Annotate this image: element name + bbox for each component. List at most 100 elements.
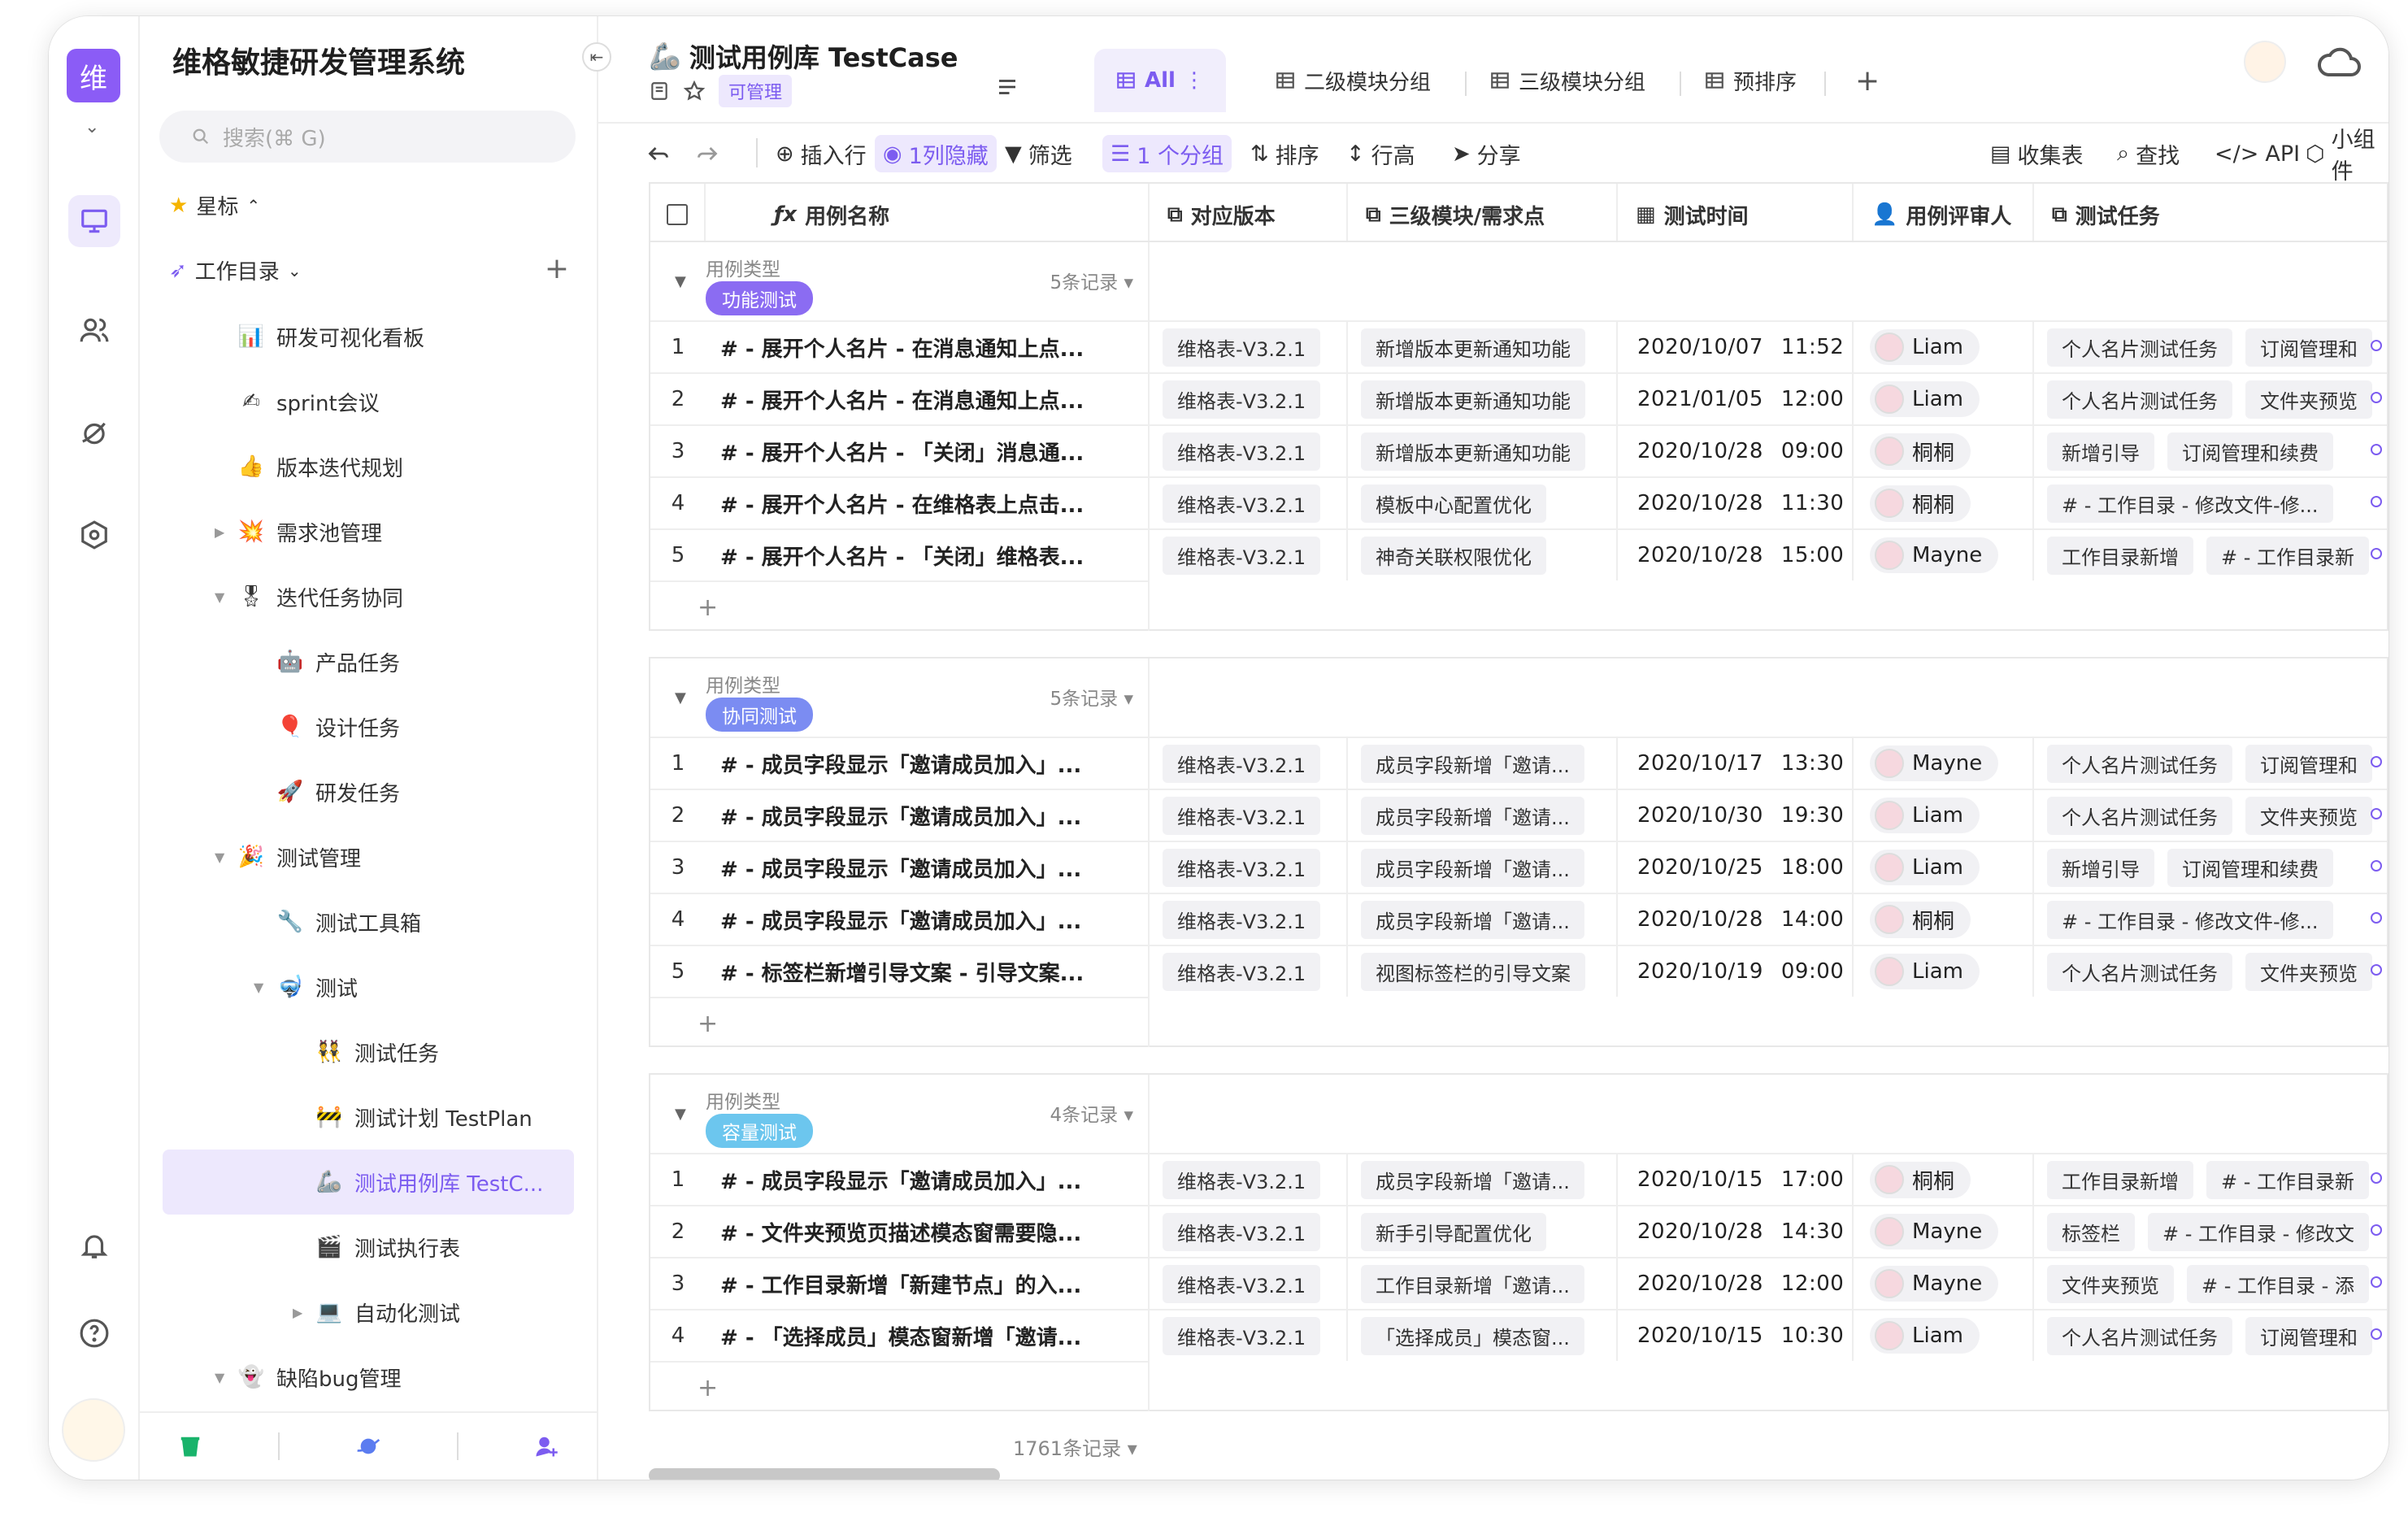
members-icon[interactable] [68,304,120,356]
case-name-cell[interactable]: # - 成员字段显示「邀请成员加入」... [706,1154,1150,1205]
module-cell[interactable]: 新手引导配置优化 [1348,1206,1618,1257]
reviewer-cell[interactable]: Mayne [1854,1206,2034,1257]
table-row[interactable]: 3 # - 成员字段显示「邀请成员加入」... 维格表-V3.2.1 成员字段新增「邀… [650,841,2387,893]
module-cell[interactable]: 「选择成员」模态窗... [1348,1310,1618,1361]
module-cell[interactable]: 成员字段新增「邀请... [1348,842,1618,893]
version-cell[interactable]: 维格表-V3.2.1 [1150,1206,1348,1257]
version-cell[interactable]: 维格表-V3.2.1 [1150,946,1348,997]
tree-item[interactable]: 🎬 测试执行表 [315,1215,460,1280]
module-cell[interactable]: 模板中心配置优化 [1348,478,1618,528]
test-task-cell[interactable]: 个人名片测试任务 文件夹预览 [2034,374,2388,424]
test-task-cell[interactable]: 个人名片测试任务 文件夹预览 [2034,790,2388,841]
caret-down-icon[interactable]: ▼ [254,980,263,995]
col-case-name[interactable]: ƒx 用例名称 [706,184,1150,246]
cloud-sync-icon[interactable] [2315,42,2364,81]
tree-item[interactable]: 🔧 测试工具箱 [276,889,421,954]
widget-button[interactable]: ⬡ 小组件 [2306,128,2388,185]
test-task-cell[interactable]: 个人名片测试任务 订阅管理和 [2034,322,2388,372]
search-input[interactable]: 搜索(⌘ G) [159,111,576,163]
group-header[interactable]: ▼ 用例类型 功能测试 5条记录 ▾ [650,242,1150,320]
add-view-icon[interactable]: + [1855,49,1880,112]
test-task-cell[interactable]: 新增引导 订阅管理和续费 [2034,426,2388,476]
reviewer-cell[interactable]: Mayne [1854,1258,2034,1309]
caret-right-icon[interactable]: ▶ [293,1305,302,1320]
redo-icon[interactable] [696,135,719,172]
module-cell[interactable]: 成员字段新增「邀请... [1348,894,1618,945]
tree-item[interactable]: ▼ 🎖 迭代任务协同 [215,564,403,629]
case-name-cell[interactable]: # - 成员字段显示「邀请成员加入」... [706,842,1150,893]
table-row[interactable]: 1 # - 成员字段显示「邀请成员加入」... 维格表-V3.2.1 成员字段新增「邀… [650,1153,2387,1205]
caret-down-icon[interactable]: ▼ [675,273,686,290]
module-cell[interactable]: 神奇关联权限优化 [1348,530,1618,580]
test-task-cell[interactable]: 标签栏 # - 工作目录 - 修改文 [2034,1206,2388,1257]
version-cell[interactable]: 维格表-V3.2.1 [1150,530,1348,580]
tab-all[interactable]: All ⋮ [1094,49,1226,112]
tree-item[interactable]: 🚧 测试计划 TestPlan [315,1084,532,1150]
test-time-cell[interactable]: 2020/10/15 17:00 [1618,1154,1854,1205]
tree-item[interactable]: ▼ 🎉 测试管理 [215,824,361,889]
col-test-task[interactable]: ⧉ 测试任务 [2034,184,2359,246]
version-cell[interactable]: 维格表-V3.2.1 [1150,1258,1348,1309]
add-record-row[interactable]: + [650,1361,1150,1411]
table-row[interactable]: 5 # - 标签栏新增引导文案 - 引导文案... 维格表-V3.2.1 视图标签栏的… [650,945,2387,997]
case-name-cell[interactable]: # - 成员字段显示「邀请成员加入」... [706,894,1150,945]
table-row[interactable]: 1 # - 展开个人名片 - 在消息通知上点... 维格表-V3.2.1 新增版本更新… [650,320,2387,372]
test-task-cell[interactable]: 文件夹预览 # - 工作目录 - 添 [2034,1258,2388,1309]
group-button[interactable]: ☰ 1 个分组 [1102,135,1232,172]
add-record-row[interactable]: + [650,997,1150,1047]
space-logo[interactable]: 维 [67,49,120,102]
case-name-cell[interactable]: # - 成员字段显示「邀请成员加入」... [706,738,1150,789]
reviewer-cell[interactable]: 桐桐 [1854,1154,2034,1205]
test-task-cell[interactable]: 新增引导 订阅管理和续费 [2034,842,2388,893]
test-task-cell[interactable]: # - 工作目录 - 修改文件-修... [2034,894,2388,945]
add-node-icon[interactable]: + [545,252,569,285]
row-height-button[interactable]: ↕ 行高 [1346,135,1415,172]
case-name-cell[interactable]: # - 展开个人名片 - 「关闭」维格表... [706,530,1150,580]
test-task-cell[interactable]: 个人名片测试任务 订阅管理和 [2034,1310,2388,1361]
caret-right-icon[interactable]: ▶ [215,524,224,540]
reviewer-cell[interactable]: Mayne [1854,738,2034,789]
version-cell[interactable]: 维格表-V3.2.1 [1150,322,1348,372]
starred-section[interactable]: ★ 星标 ⌃ [169,190,260,220]
reviewer-cell[interactable]: 桐桐 [1854,894,2034,945]
tree-item[interactable]: 👯 测试任务 [315,1019,439,1084]
col-test-time[interactable]: ▦ 测试时间 [1618,184,1854,246]
explore-icon[interactable] [68,406,120,459]
find-button[interactable]: ⌕ 查找 [2117,135,2180,172]
caret-down-icon[interactable]: ▼ [675,1106,686,1123]
table-row[interactable]: 3 # - 展开个人名片 - 「关闭」消息通... 维格表-V3.2.1 新增版本更新… [650,424,2387,476]
chevron-down-icon[interactable]: ⌄ [85,117,99,137]
caret-down-icon[interactable]: ▼ [215,850,224,865]
tree-item[interactable]: ✍ sprint会议 [237,369,380,434]
test-time-cell[interactable]: 2020/10/19 09:00 [1618,946,1854,997]
test-time-cell[interactable]: 2020/10/07 11:52 [1618,322,1854,372]
menu-icon[interactable] [995,75,1019,99]
more-vertical-icon[interactable]: ⋮ [1184,68,1205,93]
caret-down-icon[interactable]: ▼ [215,589,224,605]
collapse-sidebar-icon[interactable]: ⇤ [582,42,611,72]
module-cell[interactable]: 工作目录新增「邀请... [1348,1258,1618,1309]
version-cell[interactable]: 维格表-V3.2.1 [1150,842,1348,893]
module-cell[interactable]: 新增版本更新通知功能 [1348,374,1618,424]
test-time-cell[interactable]: 2020/10/25 18:00 [1618,842,1854,893]
hidden-columns-button[interactable]: ◉ 1列隐藏 [875,135,997,172]
test-time-cell[interactable]: 2021/01/05 12:00 [1618,374,1854,424]
sort-button[interactable]: ⇅ 排序 [1250,135,1319,172]
test-time-cell[interactable]: 2020/10/28 14:30 [1618,1206,1854,1257]
module-cell[interactable]: 新增版本更新通知功能 [1348,426,1618,476]
test-task-cell[interactable]: # - 工作目录 - 修改文件-修... [2034,478,2388,528]
reviewer-cell[interactable]: Liam [1854,1310,2034,1361]
col-version[interactable]: ⧉ 对应版本 [1150,184,1348,246]
test-time-cell[interactable]: 2020/10/30 19:30 [1618,790,1854,841]
case-name-cell[interactable]: # - 展开个人名片 - 「关闭」消息通... [706,426,1150,476]
case-name-cell[interactable]: # - 「选择成员」模态窗新增「邀请... [706,1310,1150,1361]
reviewer-cell[interactable]: Liam [1854,322,2034,372]
insert-row-button[interactable]: ⊕ 插入行 [776,135,867,172]
tab-level3-group[interactable]: 三级模块分组 [1489,49,1645,112]
case-name-cell[interactable]: # - 展开个人名片 - 在消息通知上点... [706,322,1150,372]
table-row[interactable]: 1 # - 成员字段显示「邀请成员加入」... 维格表-V3.2.1 成员字段新增「邀… [650,737,2387,789]
col-reviewer[interactable]: 👤 用例评审人 [1854,184,2034,246]
tree-item[interactable]: 🚀 研发任务 [276,759,400,824]
version-cell[interactable]: 维格表-V3.2.1 [1150,478,1348,528]
settings-icon[interactable] [68,509,120,561]
